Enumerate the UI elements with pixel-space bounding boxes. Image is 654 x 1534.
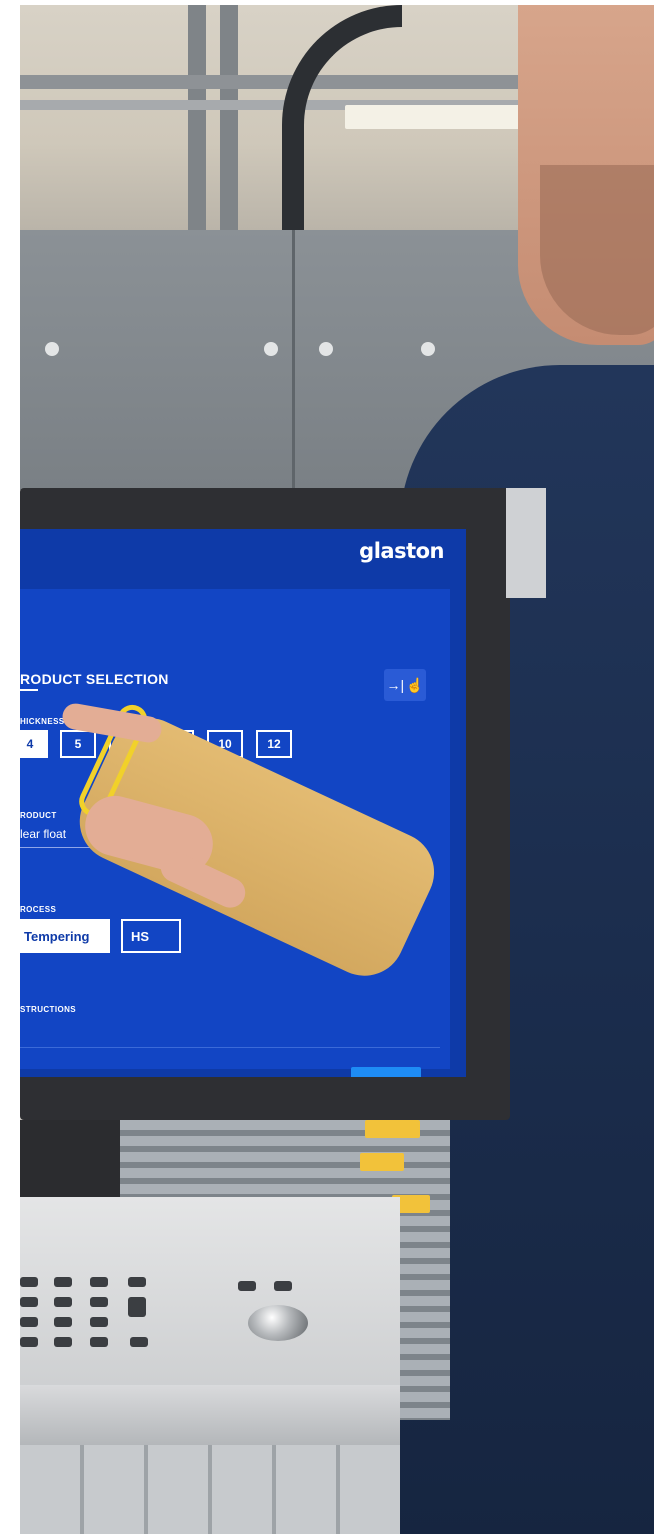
page-title: RODUCT SELECTION — [20, 671, 169, 687]
exit-button[interactable]: →| ☝ — [384, 669, 426, 701]
steel-post — [188, 5, 206, 235]
bolt — [319, 342, 333, 356]
conveyor-marker — [360, 1153, 404, 1171]
trackball[interactable] — [248, 1305, 308, 1341]
touch-hand-icon: ☝ — [406, 676, 424, 693]
steel-post — [220, 5, 238, 235]
keypad-key[interactable] — [20, 1277, 38, 1287]
select-button[interactable]: Select — [351, 1067, 421, 1077]
ceiling-beam — [20, 75, 540, 89]
keypad-key[interactable] — [54, 1317, 72, 1327]
keypad-key[interactable] — [54, 1277, 72, 1287]
keypad-key[interactable] — [20, 1337, 38, 1347]
keypad-key[interactable] — [54, 1297, 72, 1307]
photo-scene: glaston RODUCT SELECTION →| ☝ HICKNESS 4… — [20, 5, 654, 1534]
keypad-key[interactable] — [274, 1281, 292, 1291]
instructions-divider — [20, 1047, 440, 1048]
product-label: RODUCT — [20, 811, 57, 820]
keypad-key[interactable] — [238, 1281, 256, 1291]
process-option-tempering[interactable]: Tempering — [20, 919, 110, 953]
keypad-key[interactable] — [54, 1337, 72, 1347]
title-underline — [20, 689, 38, 691]
keypad-key[interactable] — [90, 1297, 108, 1307]
bolt — [264, 342, 278, 356]
keypad-key[interactable] — [90, 1277, 108, 1287]
keypad-key[interactable] — [20, 1317, 38, 1327]
instructions-label: STRUCTIONS — [20, 1005, 76, 1014]
thickness-option-4[interactable]: 4 — [20, 730, 48, 758]
keypad-key[interactable] — [20, 1297, 38, 1307]
monitor-bracket — [506, 488, 546, 598]
monitor-stand — [20, 1120, 120, 1200]
keypad-key[interactable] — [90, 1317, 108, 1327]
thickness-option-12[interactable]: 12 — [256, 730, 292, 758]
process-label: ROCESS — [20, 905, 57, 914]
exit-arrow-icon: →| — [386, 677, 405, 693]
product-dropdown[interactable]: lear float — [20, 827, 66, 841]
glaston-logo: glaston — [359, 539, 444, 563]
bolt — [421, 342, 435, 356]
panel-seam — [292, 230, 295, 490]
thickness-label: HICKNESS — [20, 717, 65, 726]
console-base — [20, 1445, 400, 1534]
keypad-key[interactable] — [130, 1337, 148, 1347]
thickness-option-5[interactable]: 5 — [60, 730, 96, 758]
keypad-key[interactable] — [128, 1297, 146, 1317]
bolt — [45, 342, 59, 356]
conveyor-marker — [365, 1120, 420, 1138]
keypad-key[interactable] — [128, 1277, 146, 1287]
console-front — [20, 1385, 400, 1445]
keypad-key[interactable] — [90, 1337, 108, 1347]
process-option-hs[interactable]: HS — [121, 919, 181, 953]
